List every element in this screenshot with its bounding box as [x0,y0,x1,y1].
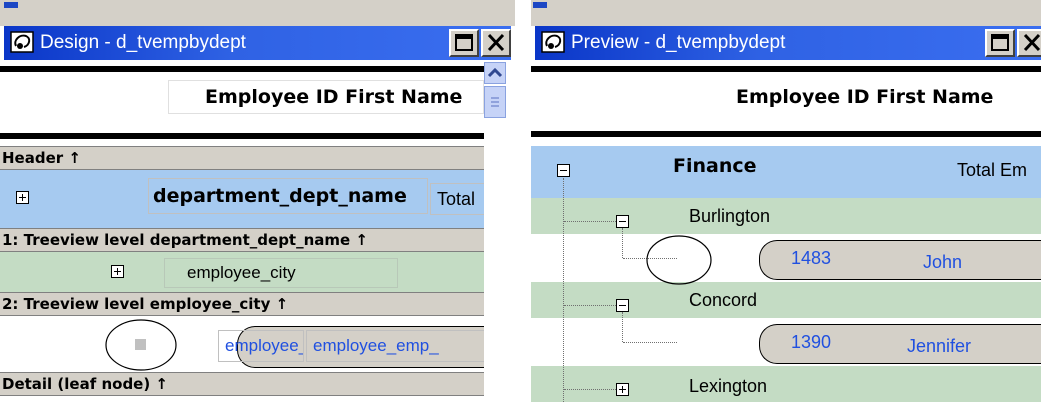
screenshot-root: Design - d_tvempbydept Employee ID First… [0,0,1041,402]
design-vertical-scrollbar[interactable] [484,62,506,402]
tree-node-circle [105,319,177,371]
preview-title: Preview - d_tvempbydept [571,32,786,53]
window-gap [515,0,531,402]
design-title: Design - d_tvempbydept [40,32,246,53]
tree-connector [622,312,623,342]
tree-connector [564,389,616,390]
tree-connector [564,305,616,306]
total-field[interactable]: Total [430,183,490,215]
preview-titlebar[interactable]: Preview - d_tvempbydept [535,26,1041,60]
window-app-icon [541,30,566,55]
preview-top-rule [531,66,1041,72]
tree-expand-icon[interactable] [111,265,124,278]
tree-connector [622,228,623,258]
dept-name-field[interactable]: department_dept_name [148,178,428,214]
tree-collapse-icon[interactable] [557,164,570,177]
design-titlebar[interactable]: Design - d_tvempbydept [4,26,511,60]
city-field[interactable]: employee_city [164,258,398,288]
city-name: Burlington [689,206,771,226]
tree-expand-icon[interactable] [616,383,629,396]
city-name: Concord [689,290,758,310]
tree-connector [564,221,616,222]
tree-connector [563,178,564,402]
design-column-header: Employee ID First Name [205,86,463,108]
scroll-thumb[interactable] [484,86,506,118]
design-header-rule [0,133,484,139]
city-name: Lexington [689,376,768,396]
close-icon[interactable] [1017,29,1041,57]
window-app-icon [10,30,35,55]
design-window: Design - d_tvempbydept Employee ID First… [0,0,515,402]
city-row-concord[interactable] [531,282,1041,318]
scroll-up-icon[interactable] [484,62,506,84]
city-row-burlington[interactable] [531,198,1041,234]
band-level2-bar[interactable]: 2: Treeview level employee_city ↑ [0,292,484,316]
preview-column-header: Employee ID First Name [736,86,994,108]
dept-total: Total Em [957,160,1028,180]
employee-id: 1390 [791,332,832,352]
close-icon[interactable] [481,29,511,57]
preview-header-rule [531,131,1041,137]
maximize-icon[interactable] [449,29,479,57]
preview-window: Preview - d_tvempbydept Employee ID Firs… [531,0,1041,402]
band-header-bar[interactable]: Header ↑ [0,146,484,170]
design-window-frame-top [0,0,515,26]
employee-id-field[interactable]: employee_ [218,330,304,362]
dept-name: Finance [673,155,757,177]
maximize-icon[interactable] [985,29,1015,57]
tree-collapse-icon[interactable] [616,299,629,312]
design-top-rule [0,66,484,72]
employee-id: 1483 [791,248,832,268]
tree-collapse-icon[interactable] [616,215,629,228]
employee-name-field[interactable]: employee_emp_ [306,330,486,362]
tree-node-circle [646,235,712,285]
tree-connector [623,342,677,343]
tree-expand-icon[interactable] [16,191,29,204]
band-detail-area [0,396,484,402]
band-detail-bar[interactable]: Detail (leaf node) ↑ [0,372,484,396]
band-level1-bar[interactable]: 1: Treeview level department_dept_name ↑ [0,228,484,252]
preview-window-frame-top [531,0,1041,26]
employee-first-name: John [923,252,963,272]
employee-first-name: Jennifer [907,336,972,356]
city-row-lexington[interactable] [531,366,1041,402]
